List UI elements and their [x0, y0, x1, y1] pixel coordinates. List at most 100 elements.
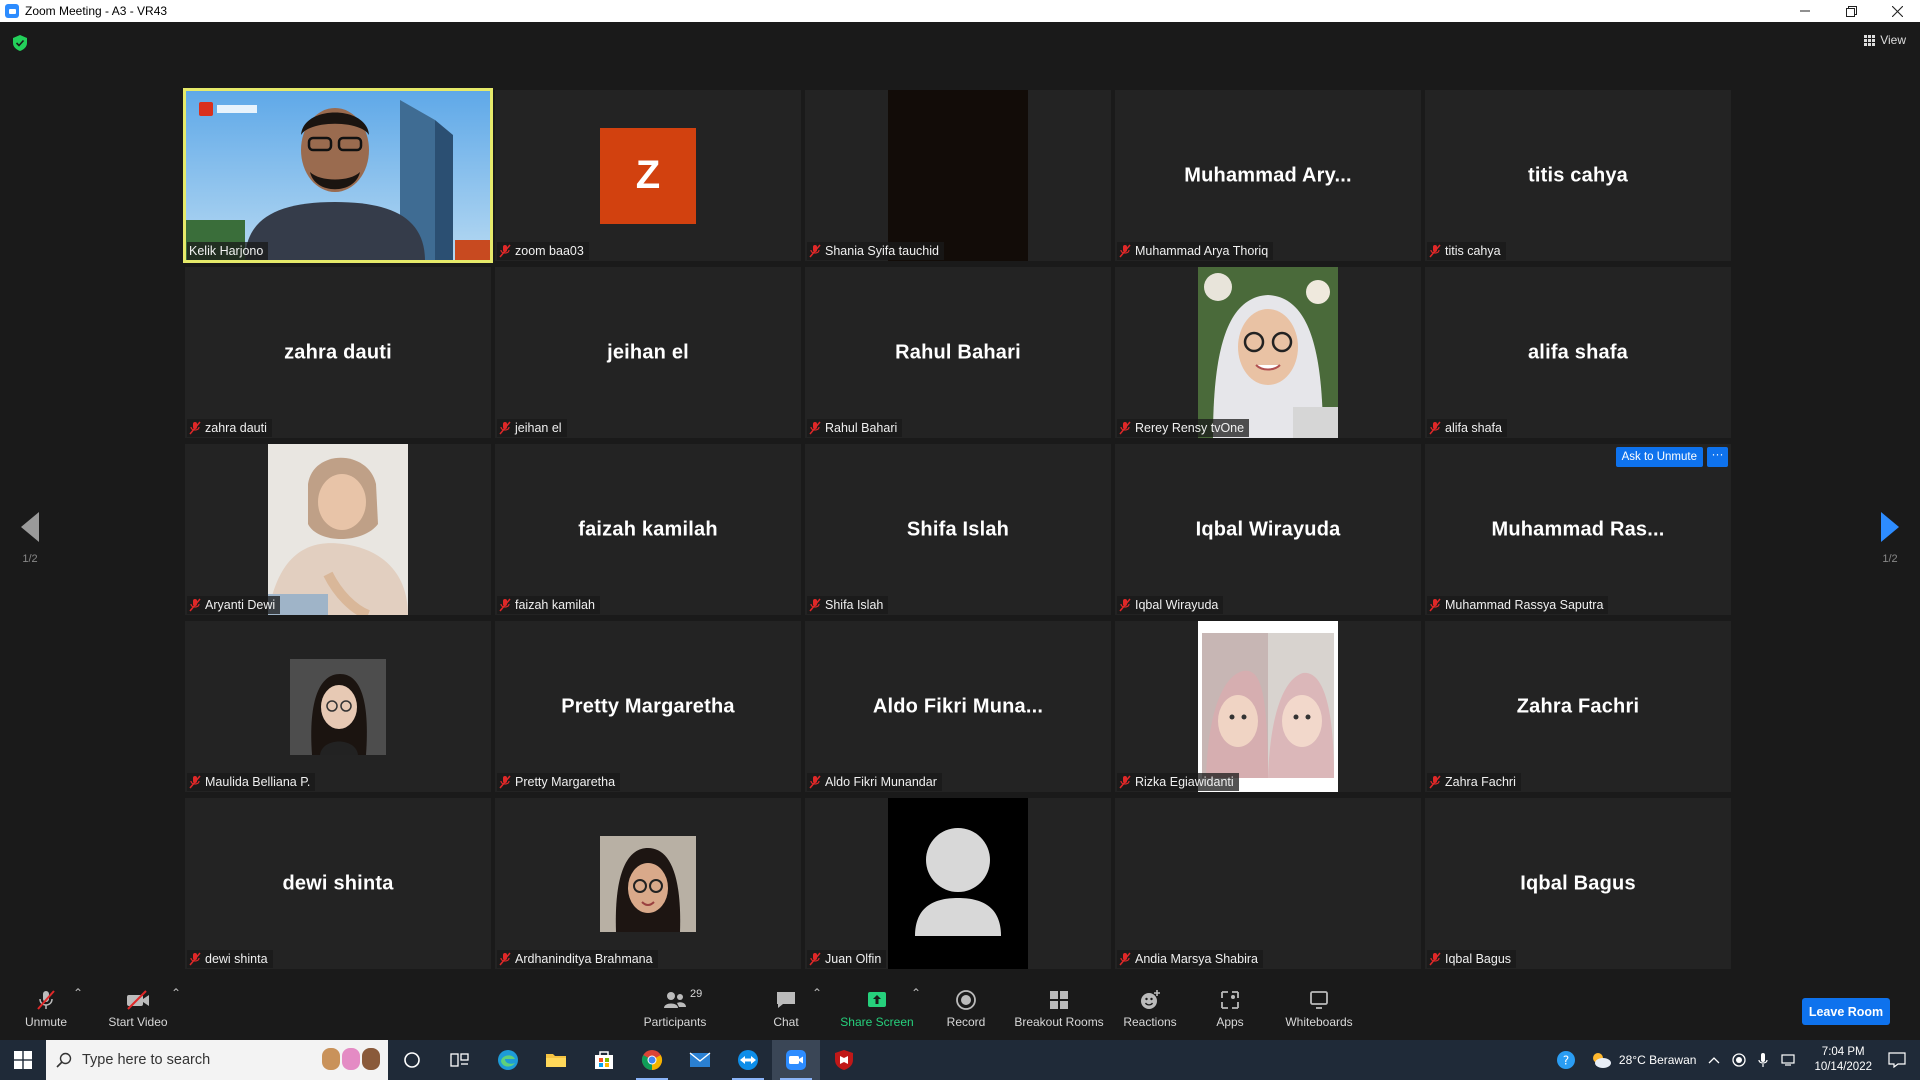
cortana-button[interactable] — [388, 1040, 436, 1080]
file-explorer-app[interactable] — [532, 1040, 580, 1080]
start-button[interactable] — [0, 1040, 46, 1080]
participant-tile[interactable]: Iqbal Wirayuda Iqbal Wirayuda — [1115, 444, 1421, 615]
participant-tile[interactable]: alifa shafa alifa shafa — [1425, 267, 1731, 438]
video-options-caret[interactable]: ⌃ — [171, 986, 181, 1000]
record-button[interactable]: Record — [944, 988, 988, 1029]
participant-name-tag: Rizka Egiawidanti — [1117, 773, 1239, 791]
start-video-button[interactable]: Start Video — [104, 988, 172, 1029]
store-app[interactable] — [580, 1040, 628, 1080]
apps-button[interactable]: Apps — [1210, 988, 1250, 1029]
view-button[interactable]: View — [1864, 33, 1906, 47]
chevron-up-icon — [1708, 1057, 1720, 1064]
participant-name-tag: Shania Syifa tauchid — [807, 242, 944, 260]
participant-name: titis cahya — [1445, 244, 1501, 258]
participant-tile[interactable]: jeihan el jeihan el — [495, 267, 801, 438]
clock-date: 10/14/2022 — [1814, 1061, 1872, 1073]
participant-name-tag: Rerey Rensy tvOne — [1117, 419, 1250, 437]
taskbar-clock[interactable]: 7:04 PM 10/14/2022 — [1814, 1045, 1872, 1075]
more-options-button[interactable]: ··· — [1707, 447, 1728, 467]
chat-options-caret[interactable]: ⌃ — [812, 986, 822, 1000]
participant-tile[interactable]: Pretty Margaretha Pretty Margaretha — [495, 621, 801, 792]
participant-tile[interactable]: Kelik Harjono — [183, 88, 493, 263]
participant-tile[interactable]: Aryanti Dewi — [185, 444, 491, 615]
network-tray-button[interactable] — [1780, 1053, 1798, 1067]
close-button[interactable] — [1874, 0, 1920, 22]
mic-muted-icon — [499, 952, 511, 966]
task-view-button[interactable] — [436, 1040, 484, 1080]
participant-name-tag: Muhammad Arya Thoriq — [1117, 242, 1274, 260]
participant-name: zahra dauti — [205, 421, 267, 435]
weather-widget[interactable]: 28°C Berawan — [1589, 1050, 1696, 1070]
participant-name: Andia Marsya Shabira — [1135, 952, 1258, 966]
reactions-button[interactable]: Reactions — [1122, 988, 1178, 1029]
participant-name-tag: zoom baa03 — [497, 242, 589, 260]
participant-tile[interactable]: Iqbal Bagus Iqbal Bagus — [1425, 798, 1731, 969]
participant-tile[interactable]: Ardhaninditya Brahmana — [495, 798, 801, 969]
participant-tile[interactable]: dewi shinta dewi shinta — [185, 798, 491, 969]
share-screen-button[interactable]: Share Screen — [840, 988, 914, 1029]
mic-muted-icon — [1429, 244, 1441, 258]
chrome-app[interactable] — [628, 1040, 676, 1080]
participant-tile[interactable]: Muhammad Ras... Ask to Unmute ··· Muhammad … — [1425, 444, 1731, 615]
participant-display-name: Rahul Bahari — [895, 341, 1021, 363]
restore-button[interactable] — [1828, 0, 1874, 22]
search-highlight-icon — [322, 1048, 382, 1072]
participant-tile[interactable]: Rizka Egiawidanti — [1115, 621, 1421, 792]
breakout-rooms-icon — [1050, 991, 1068, 1009]
letter-avatar: Z — [600, 127, 696, 224]
windows-taskbar: Type here to search ? 28°C Berawan 7:04 … — [0, 1040, 1920, 1080]
ask-to-unmute-button[interactable]: Ask to Unmute — [1615, 447, 1703, 467]
chat-label: Chat — [773, 1015, 799, 1029]
participant-photo — [1198, 621, 1338, 792]
participant-tile[interactable]: faizah kamilah faizah kamilah — [495, 444, 801, 615]
participant-tile[interactable]: Zzoom baa03 — [495, 90, 801, 261]
participant-tile[interactable]: Maulida Belliana P. — [185, 621, 491, 792]
audio-options-caret[interactable]: ⌃ — [73, 986, 83, 1000]
participant-tile[interactable]: zahra dauti zahra dauti — [185, 267, 491, 438]
edge-app[interactable] — [484, 1040, 532, 1080]
unmute-button[interactable]: Unmute — [22, 988, 70, 1029]
teamviewer-app[interactable] — [724, 1040, 772, 1080]
next-page-button[interactable]: 1/2 — [1875, 512, 1905, 565]
participant-display-name: alifa shafa — [1527, 341, 1629, 363]
mcafee-app[interactable] — [820, 1040, 868, 1080]
mic-muted-icon — [809, 421, 821, 435]
participant-tile[interactable]: Rerey Rensy tvOne — [1115, 267, 1421, 438]
show-hidden-icons-button[interactable] — [1708, 1055, 1720, 1065]
default-user-icon — [915, 828, 1001, 936]
participant-name: Aldo Fikri Munandar — [825, 775, 937, 789]
notifications-button[interactable] — [1888, 1052, 1906, 1068]
record-tray-button[interactable] — [1732, 1053, 1747, 1067]
edge-icon — [498, 1050, 518, 1070]
mail-app[interactable] — [676, 1040, 724, 1080]
participant-tile[interactable]: Aldo Fikri Muna... Aldo Fikri Munandar — [805, 621, 1111, 792]
participant-tile[interactable]: Juan Olfin — [805, 798, 1111, 969]
taskbar-search-box[interactable]: Type here to search — [46, 1040, 388, 1080]
help-button[interactable]: ? — [1555, 1049, 1577, 1071]
mic-muted-icon — [499, 598, 511, 612]
minimize-button[interactable] — [1782, 0, 1828, 22]
zoom-icon — [786, 1050, 806, 1070]
zoom-logo-icon — [5, 4, 19, 18]
chat-button[interactable]: Chat — [768, 988, 804, 1029]
participant-tile[interactable]: Rahul Bahari Rahul Bahari — [805, 267, 1111, 438]
participant-tile[interactable]: Andia Marsya Shabira — [1115, 798, 1421, 969]
leave-room-button[interactable]: Leave Room — [1802, 998, 1890, 1025]
participant-display-name: jeihan el — [607, 341, 689, 363]
mic-muted-icon — [37, 990, 55, 1010]
participant-tile[interactable]: Shania Syifa tauchid — [805, 90, 1111, 261]
participant-tile[interactable]: Zahra Fachri Zahra Fachri — [1425, 621, 1731, 792]
participant-name-tag: Kelik Harjono — [187, 242, 269, 260]
microphone-tray-button[interactable] — [1758, 1052, 1769, 1068]
whiteboards-button[interactable]: Whiteboards — [1282, 988, 1356, 1029]
breakout-rooms-button[interactable]: Breakout Rooms — [1013, 988, 1105, 1029]
mic-muted-icon — [1119, 598, 1131, 612]
zoom-app-button[interactable] — [772, 1040, 820, 1080]
participant-tile[interactable]: Shifa Islah Shifa Islah — [805, 444, 1111, 615]
participant-tile[interactable]: Muhammad Ary... Muhammad Arya Thoriq — [1115, 90, 1421, 261]
participant-name: Rahul Bahari — [825, 421, 898, 435]
encryption-shield-icon[interactable] — [13, 35, 27, 51]
previous-page-button[interactable]: 1/2 — [15, 512, 45, 565]
share-options-caret[interactable]: ⌃ — [911, 986, 921, 1000]
participant-tile[interactable]: titis cahya titis cahya — [1425, 90, 1731, 261]
